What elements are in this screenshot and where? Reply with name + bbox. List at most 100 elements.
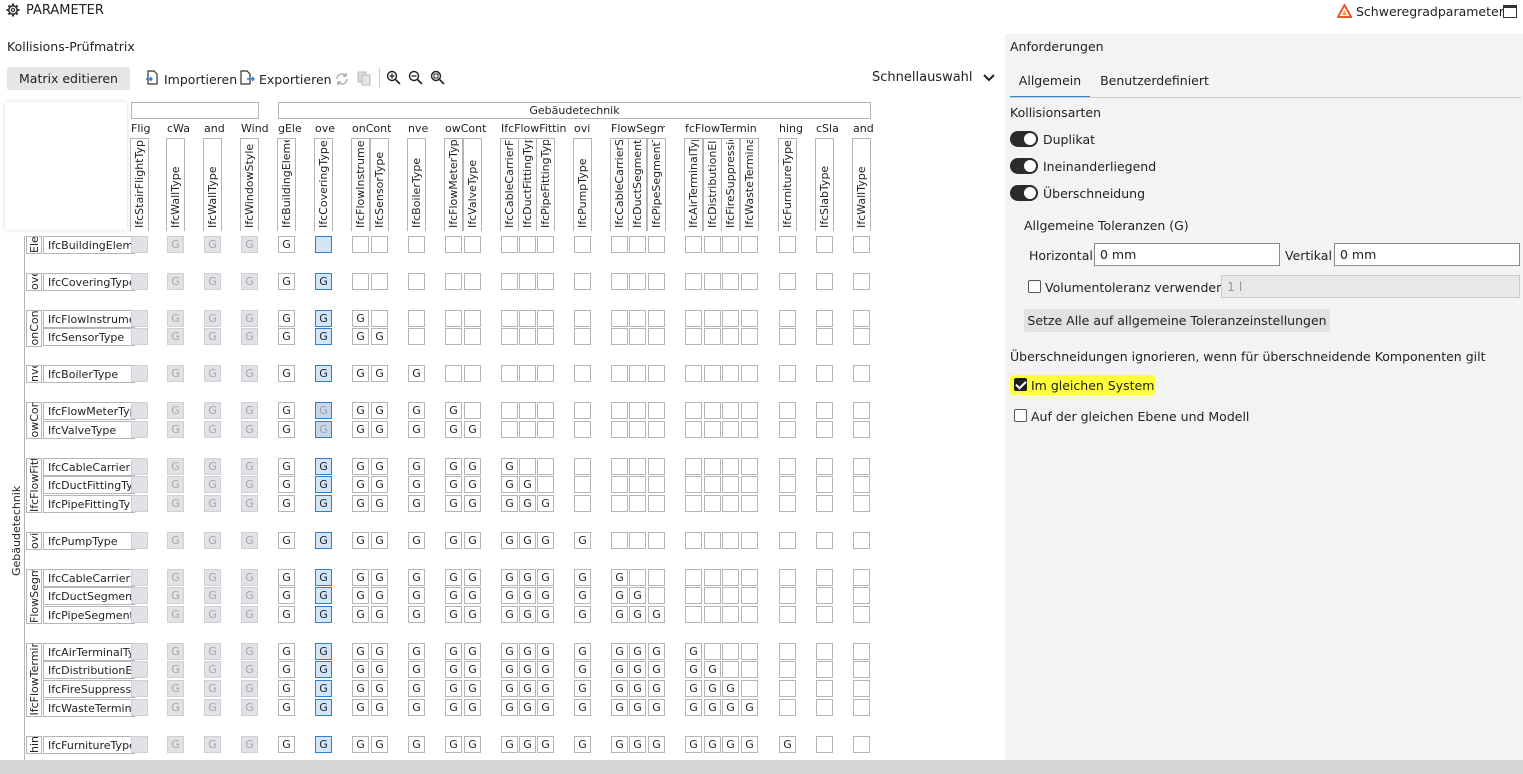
matrix-cell[interactable]: G bbox=[501, 569, 518, 586]
matrix-cell[interactable]: G bbox=[241, 310, 258, 327]
matrix-cell[interactable] bbox=[779, 365, 796, 382]
matrix-cell[interactable] bbox=[611, 458, 628, 475]
matrix-cell[interactable]: G bbox=[464, 643, 481, 660]
matrix-cell[interactable]: G bbox=[167, 365, 184, 382]
matrix-cell[interactable]: G bbox=[241, 273, 258, 290]
matrix-cell[interactable]: G bbox=[629, 587, 646, 604]
matrix-cell[interactable]: G bbox=[371, 402, 388, 419]
matrix-cell[interactable] bbox=[371, 273, 388, 290]
matrix-cell[interactable]: G bbox=[574, 606, 591, 623]
matrix-cell[interactable] bbox=[704, 495, 721, 512]
matrix-cell[interactable] bbox=[408, 273, 425, 290]
matrix-cell[interactable]: G bbox=[352, 587, 369, 604]
matrix-cell[interactable] bbox=[519, 328, 536, 345]
matrix-cell[interactable]: G bbox=[408, 661, 425, 678]
matrix-cell[interactable] bbox=[853, 402, 870, 419]
matrix-cell[interactable] bbox=[464, 310, 481, 327]
matrix-cell[interactable]: G bbox=[278, 736, 295, 753]
matrix-cell[interactable] bbox=[131, 532, 148, 549]
matrix-cell[interactable]: G bbox=[167, 569, 184, 586]
matrix-cell[interactable]: G bbox=[464, 736, 481, 753]
matrix-cell[interactable]: G bbox=[352, 699, 369, 716]
matrix-cell[interactable]: G bbox=[371, 661, 388, 678]
matrix-cell[interactable]: G bbox=[704, 680, 721, 697]
matrix-cell[interactable] bbox=[611, 273, 628, 290]
matrix-cell[interactable] bbox=[741, 495, 758, 512]
matrix-cell[interactable]: G bbox=[574, 680, 591, 697]
matrix-cell[interactable]: G bbox=[371, 495, 388, 512]
matrix-cell[interactable]: G bbox=[537, 532, 554, 549]
matrix-cell[interactable] bbox=[131, 736, 148, 753]
matrix-cell[interactable] bbox=[685, 495, 702, 512]
matrix-cell[interactable] bbox=[371, 310, 388, 327]
matrix-cell[interactable] bbox=[648, 328, 665, 345]
matrix-cell[interactable] bbox=[685, 273, 702, 290]
matrix-cell[interactable] bbox=[741, 421, 758, 438]
matrix-cell[interactable]: G bbox=[315, 587, 332, 604]
matrix-cell[interactable]: G bbox=[204, 736, 221, 753]
toggle-nested[interactable] bbox=[1010, 158, 1038, 174]
matrix-cell[interactable]: G bbox=[278, 273, 295, 290]
matrix-cell[interactable]: G bbox=[519, 587, 536, 604]
matrix-cell[interactable] bbox=[704, 606, 721, 623]
matrix-cell[interactable]: G bbox=[371, 532, 388, 549]
matrix-cell[interactable]: G bbox=[464, 699, 481, 716]
toggle-duplicate[interactable] bbox=[1010, 131, 1038, 147]
matrix-cell[interactable]: G bbox=[685, 680, 702, 697]
matrix-cell[interactable] bbox=[779, 421, 796, 438]
tab-custom[interactable]: Benutzerdefiniert bbox=[1097, 68, 1212, 98]
matrix-cell[interactable] bbox=[685, 606, 702, 623]
matrix-cell[interactable] bbox=[685, 532, 702, 549]
matrix-cell[interactable]: G bbox=[519, 606, 536, 623]
matrix-cell[interactable]: G bbox=[204, 458, 221, 475]
matrix-cell[interactable]: G bbox=[464, 661, 481, 678]
matrix-cell[interactable] bbox=[519, 402, 536, 419]
matrix-cell[interactable]: G bbox=[519, 569, 536, 586]
matrix-cell[interactable]: G bbox=[204, 402, 221, 419]
apply-all-tolerances-button[interactable]: Setze Alle auf allgemeine Toleranzeinste… bbox=[1024, 309, 1330, 332]
matrix-cell[interactable]: G bbox=[204, 587, 221, 604]
matrix-cell[interactable]: G bbox=[352, 606, 369, 623]
zoom-fit-icon[interactable] bbox=[430, 70, 445, 89]
matrix-cell[interactable] bbox=[352, 236, 369, 253]
matrix-cell[interactable]: G bbox=[167, 680, 184, 697]
matrix-cell[interactable]: G bbox=[315, 495, 332, 512]
matrix-cell[interactable]: G bbox=[371, 736, 388, 753]
matrix-cell[interactable] bbox=[611, 236, 628, 253]
matrix-cell[interactable]: G bbox=[167, 421, 184, 438]
matrix-cell[interactable]: G bbox=[241, 236, 258, 253]
matrix-cell[interactable]: G bbox=[574, 661, 591, 678]
matrix-cell[interactable] bbox=[131, 699, 148, 716]
matrix-cell[interactable] bbox=[816, 310, 833, 327]
matrix-cell[interactable] bbox=[131, 421, 148, 438]
matrix-cell[interactable] bbox=[704, 328, 721, 345]
matrix-cell[interactable]: G bbox=[167, 643, 184, 660]
matrix-cell[interactable]: G bbox=[352, 643, 369, 660]
matrix-cell[interactable]: G bbox=[315, 476, 332, 493]
matrix-cell[interactable] bbox=[629, 476, 646, 493]
matrix-cell[interactable]: G bbox=[519, 643, 536, 660]
matrix-cell[interactable]: G bbox=[371, 476, 388, 493]
matrix-cell[interactable]: G bbox=[445, 421, 462, 438]
matrix-cell[interactable]: G bbox=[408, 643, 425, 660]
matrix-cell[interactable]: G bbox=[704, 699, 721, 716]
matrix-cell[interactable]: G bbox=[501, 495, 518, 512]
matrix-cell[interactable]: G bbox=[408, 476, 425, 493]
matrix-cell[interactable]: G bbox=[204, 495, 221, 512]
matrix-cell[interactable]: G bbox=[371, 587, 388, 604]
matrix-cell[interactable] bbox=[574, 421, 591, 438]
matrix-cell[interactable] bbox=[722, 532, 739, 549]
matrix-cell[interactable] bbox=[648, 273, 665, 290]
matrix-cell[interactable] bbox=[853, 680, 870, 697]
matrix-cell[interactable]: G bbox=[204, 643, 221, 660]
matrix-cell[interactable]: G bbox=[352, 365, 369, 382]
matrix-cell[interactable] bbox=[816, 402, 833, 419]
matrix-cell[interactable] bbox=[574, 310, 591, 327]
matrix-cell[interactable] bbox=[574, 328, 591, 345]
matrix-cell[interactable]: G bbox=[611, 680, 628, 697]
matrix-cell[interactable]: G bbox=[408, 421, 425, 438]
matrix-cell[interactable] bbox=[315, 236, 332, 253]
matrix-cell[interactable]: G bbox=[445, 569, 462, 586]
matrix-cell[interactable] bbox=[779, 606, 796, 623]
matrix-cell[interactable]: G bbox=[241, 699, 258, 716]
